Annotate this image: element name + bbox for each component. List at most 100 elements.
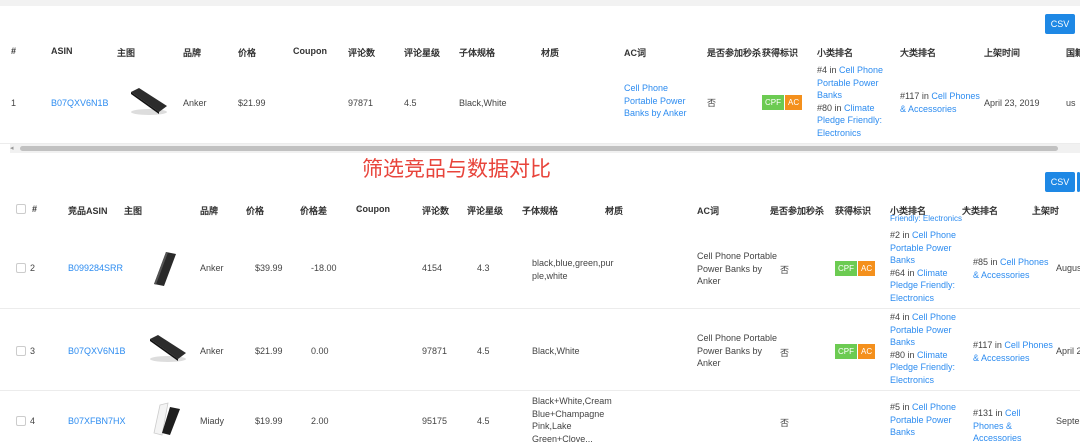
top-strip	[0, 0, 1080, 6]
header-flash-sale-label: 是否参加秒杀	[770, 206, 825, 216]
spec-cell: Black,White	[459, 98, 507, 108]
sub-rank-text-2: #80 in	[817, 102, 845, 113]
sub-rank-text-2: #80 in	[890, 349, 918, 360]
price-cell: $21.99	[255, 346, 283, 356]
header-image-label: 主图	[124, 206, 143, 216]
header-reviews: 评论数	[422, 206, 450, 216]
horizontal-scrollbar[interactable]: ◂	[10, 144, 1080, 153]
header-price: 价格	[238, 48, 257, 58]
main-rank-cell: #131 in Cell Phones & Accessories	[973, 407, 1053, 445]
badge-cell: CPF AC	[835, 261, 876, 276]
reviews-cell: 97871	[422, 346, 448, 356]
reviews-cell: 4154	[422, 263, 443, 273]
date-cell: April 23, 2019	[984, 98, 1040, 108]
brand-cell: Anker	[200, 263, 224, 273]
country-cell: us	[1066, 98, 1076, 108]
checkbox[interactable]	[16, 345, 26, 356]
row-index: 1	[11, 98, 17, 108]
compare-title: 筛选竞品与数据对比	[362, 157, 551, 181]
price-cell: $39.99	[255, 263, 283, 273]
date-cell: August	[1056, 263, 1080, 273]
top-table-header: # ASIN 主图 品牌 价格 Coupon 评论数 评论星级 子体规格 材质 …	[0, 46, 1080, 60]
main-rank-cell: #117 in Cell Phones & Accessories	[900, 90, 980, 115]
flash-sale-cell: 否	[780, 265, 790, 275]
price-diff-cell: 0.00	[311, 346, 329, 356]
product-image[interactable]	[146, 333, 188, 365]
asin-link[interactable]: B07XFBN7HX	[68, 416, 126, 426]
header-spec: 子体规格	[459, 48, 496, 58]
header-price-label: 价格	[246, 206, 265, 216]
asin-link[interactable]: B07QXV6N1B	[51, 98, 109, 108]
sub-rank-cell: #4 in Cell Phone Portable Power Banks #80…	[817, 64, 887, 139]
sub-rank-text: #2 in	[890, 230, 913, 240]
table-row: 2 B099284SRR Anker $39.99 -18.00 4154 4.…	[0, 226, 1080, 309]
header-badge: 获得标识	[835, 206, 872, 216]
ac-badge: AC	[858, 261, 876, 276]
asin-link[interactable]: B099284SRR	[68, 263, 123, 273]
table-row: 1 B07QXV6N1B Anker $21.99 97871 4.5 Blac…	[0, 62, 1080, 144]
main-rank-text: #85 in	[973, 257, 1001, 267]
brand-cell: Miady	[200, 416, 225, 426]
partial-rank-link[interactable]: Friendly: Electronics	[890, 214, 962, 223]
ac-word-cell: Cell Phone Portable Power Banks by Anker	[697, 333, 778, 368]
header-date-label: 上架时	[1032, 206, 1060, 216]
scroll-left-icon[interactable]: ◂	[10, 144, 14, 153]
header-index: #	[11, 46, 17, 56]
ac-badge: AC	[785, 95, 803, 110]
header-price-diff-label: 价格差	[300, 206, 328, 216]
stars-cell: 4.5	[477, 416, 490, 426]
flash-sale-cell: 否	[707, 98, 717, 108]
header-ac-word: AC词	[697, 206, 719, 216]
sub-rank-cell: #2 in Cell Phone Portable Power Banks #64…	[890, 229, 960, 304]
main-rank-cell: #85 in Cell Phones & Accessories	[973, 256, 1053, 281]
product-image[interactable]	[148, 401, 184, 437]
badge-cell: CPF AC	[835, 344, 876, 359]
sub-rank-text: #5 in	[890, 402, 913, 412]
table-row: 4 B07XFBN7HX Miady $19.99 2.00 95175 4.5…	[0, 391, 1080, 446]
header-spec-label: 子体规格	[522, 206, 559, 216]
price-cell: $21.99	[238, 98, 266, 108]
price-cell: $19.99	[255, 416, 283, 426]
date-cell: Septer	[1056, 416, 1080, 426]
header-main-rank: 大类排名	[900, 48, 937, 58]
header-material: 材质	[541, 48, 560, 58]
price-diff-cell: 2.00	[311, 416, 329, 426]
cpf-badge: CPF	[835, 344, 857, 359]
select-all-checkbox[interactable]	[16, 204, 26, 214]
row-index: 3	[30, 346, 36, 356]
stars-cell: 4.5	[404, 98, 417, 108]
asin-link[interactable]: B07QXV6N1B	[68, 346, 126, 356]
row-checkbox[interactable]	[16, 415, 26, 426]
stars-cell: 4.3	[477, 263, 490, 273]
csv-export-button-2[interactable]: CSV	[1045, 172, 1075, 192]
csv-export-button[interactable]: CSV	[1045, 14, 1075, 34]
header-brand: 品牌	[200, 206, 219, 216]
header-asin: ASIN	[51, 46, 73, 56]
header-badge: 获得标识	[762, 48, 799, 58]
ac-word-link[interactable]: Cell Phone Portable Power Banks by Anker	[624, 82, 704, 120]
product-image[interactable]	[150, 250, 180, 288]
header-stars: 评论星级	[404, 48, 441, 58]
product-image[interactable]	[127, 86, 169, 118]
header-main-rank-label: 大类排名	[962, 206, 999, 216]
header-coupon: Coupon	[293, 46, 327, 56]
scrollbar-thumb[interactable]	[20, 146, 1058, 151]
row-index: 4	[30, 416, 36, 426]
row-checkbox[interactable]	[16, 262, 26, 273]
flash-sale-cell: 否	[780, 418, 790, 428]
row-checkbox[interactable]	[16, 345, 26, 356]
reviews-cell: 95175	[422, 416, 448, 426]
sub-rank-cell: #4 in Cell Phone Portable Power Banks #80…	[890, 311, 960, 386]
cpf-badge: CPF	[762, 95, 784, 110]
header-coupon-label: Coupon	[356, 204, 390, 214]
stars-cell: 4.5	[477, 346, 490, 356]
checkbox[interactable]	[16, 415, 26, 426]
spec-cell: Black+White,Cream Blue+Champagne Pink,La…	[532, 396, 612, 444]
header-sub-rank: 小类排名	[817, 48, 854, 58]
badge-cell: CPF AC	[762, 95, 803, 110]
header-flash-sale: 是否参加秒杀	[707, 48, 762, 58]
header-country: 国籍	[1066, 48, 1080, 58]
reviews-cell: 97871	[348, 98, 374, 108]
checkbox[interactable]	[16, 262, 26, 273]
header-index: #	[32, 204, 38, 214]
